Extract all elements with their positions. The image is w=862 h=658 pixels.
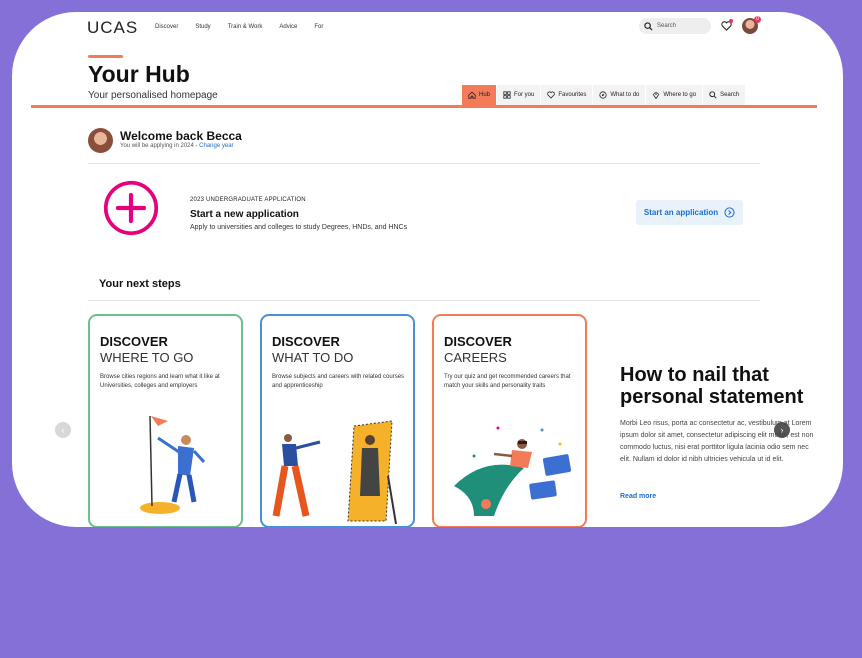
header-divider xyxy=(31,105,817,108)
flag-climber-illustration xyxy=(140,415,206,514)
tab-label: What to do xyxy=(610,92,640,98)
ucas-logo[interactable]: UCAS xyxy=(87,18,138,38)
applying-year-text: You will be applying in 2024 - Change ye… xyxy=(120,143,234,149)
search-placeholder: Search xyxy=(657,23,677,29)
notification-badge: 0 xyxy=(754,16,761,23)
compass-icon xyxy=(599,91,607,99)
tab-for-you[interactable]: For you xyxy=(497,85,542,105)
tab-label: Where to go xyxy=(663,92,697,98)
page-title: Your Hub xyxy=(88,61,190,87)
hub-tabs: Hub For you Favourites What to do Where … xyxy=(462,85,747,105)
carousel-prev-button[interactable]: ‹ xyxy=(55,422,71,438)
change-year-link[interactable]: Change year xyxy=(199,143,233,149)
title-accent-bar xyxy=(88,55,123,58)
tab-label: Favourites xyxy=(558,92,587,98)
card-subheading: WHERE TO GO xyxy=(100,350,194,365)
article-body: Morbi Leo risus, porta ac consectetur ac… xyxy=(620,420,814,463)
main-nav: Discover Study Train & Work Advice For xyxy=(155,24,340,30)
home-icon xyxy=(468,91,476,99)
card-description: Browse subjects and careers with related… xyxy=(272,374,405,389)
search-icon xyxy=(644,21,653,31)
profile-avatar xyxy=(88,128,113,153)
applying-label: You will be applying in 2024 - xyxy=(120,143,198,149)
tab-label: For you xyxy=(514,92,535,98)
tab-label: Hub xyxy=(479,92,491,98)
heart-icon xyxy=(547,91,556,99)
application-label: 2023 UNDERGRADUATE APPLICATION xyxy=(190,197,306,203)
article-title: How to nail that personal statement xyxy=(620,364,804,408)
pin-icon xyxy=(653,92,660,99)
tab-hub[interactable]: Hub xyxy=(462,85,498,105)
welcome-heading: Welcome back Becca xyxy=(120,129,242,143)
nav-link-study[interactable]: Study xyxy=(195,24,210,30)
mirror-person-illustration xyxy=(272,420,397,525)
tab-favourites[interactable]: Favourites xyxy=(541,85,594,105)
tab-label: Search xyxy=(720,92,740,98)
card-discover-what-to-do[interactable]: DISCOVER WHAT TO DO Browse subjects and … xyxy=(260,314,415,527)
nav-link-advice[interactable]: Advice xyxy=(279,24,297,30)
start-application-button[interactable]: Start an application xyxy=(636,200,743,225)
page-subtitle: Your personalised homepage xyxy=(88,90,218,101)
divider xyxy=(88,300,760,301)
card-subheading: CAREERS xyxy=(444,350,507,365)
search-icon xyxy=(709,91,717,99)
top-navigation: UCAS Discover Study Train & Work Advice … xyxy=(87,16,767,42)
card-description: Try our quiz and get recommended careers… xyxy=(444,374,571,389)
notification-dot xyxy=(729,19,733,23)
new-application-plus-icon xyxy=(103,180,159,236)
hub-screenshot-frame: UCAS Discover Study Train & Work Advice … xyxy=(12,12,843,527)
application-description: Apply to universities and colleges to st… xyxy=(190,224,408,231)
divider xyxy=(88,163,760,164)
nav-link-for[interactable]: For xyxy=(314,24,323,30)
application-title: Start a new application xyxy=(190,209,299,220)
arrow-circle-right-icon xyxy=(724,207,735,218)
card-discover-careers[interactable]: DISCOVER CAREERS Try our quiz and get re… xyxy=(432,314,587,527)
card-heading: DISCOVER xyxy=(444,334,512,349)
search-input[interactable]: Search xyxy=(639,18,711,34)
tab-where-to-go[interactable]: Where to go xyxy=(646,85,704,105)
next-steps-heading: Your next steps xyxy=(99,278,181,290)
card-discover-where-to-go[interactable]: DISCOVER WHERE TO GO Browse cities regio… xyxy=(88,314,243,527)
start-application-label: Start an application xyxy=(643,208,719,217)
tab-search[interactable]: Search xyxy=(703,85,747,105)
tab-what-to-do[interactable]: What to do xyxy=(593,85,647,105)
grid-icon xyxy=(503,91,511,99)
card-heading: DISCOVER xyxy=(272,334,340,349)
nav-link-discover[interactable]: Discover xyxy=(155,24,178,30)
vr-gamer-illustration xyxy=(454,426,572,516)
read-more-link[interactable]: Read more xyxy=(620,493,656,500)
card-heading: DISCOVER xyxy=(100,334,168,349)
card-subheading: WHAT TO DO xyxy=(272,350,354,365)
nav-link-train-work[interactable]: Train & Work xyxy=(228,24,263,30)
card-description: Browse cities regions and learn what it … xyxy=(100,374,220,389)
